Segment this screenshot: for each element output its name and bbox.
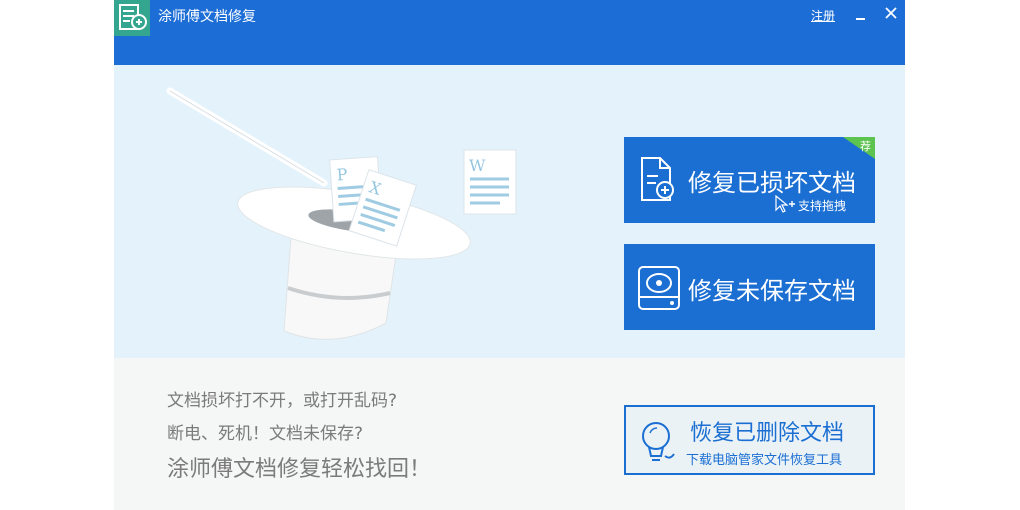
app-window: 涂师傅文档修复 注册 P X W 修复已损坏文档 支持拖拽 荐 修复未保存文档 … <box>114 0 905 510</box>
minimize-button[interactable] <box>851 3 873 25</box>
disk-drive-icon <box>638 266 680 310</box>
repair-unsaved-button[interactable]: 修复未保存文档 <box>624 244 875 330</box>
document-repair-icon <box>641 157 674 201</box>
promo-line-1: 文档损坏打不开，或打开乱码? <box>167 391 398 411</box>
doc-letter-p: P <box>336 165 348 185</box>
app-logo-icon <box>114 0 150 36</box>
title-bar: 涂师傅文档修复 注册 <box>114 0 905 65</box>
cursor-plus-icon <box>775 195 795 213</box>
recommend-badge-text: 荐 <box>860 140 871 153</box>
close-button[interactable] <box>881 3 903 25</box>
lightbulb-icon <box>642 422 675 461</box>
doc-letter-w: W <box>469 156 486 175</box>
repair-damaged-button[interactable]: 修复已损坏文档 支持拖拽 荐 <box>624 137 875 223</box>
recover-deleted-title: 恢复已删除文档 <box>690 421 845 446</box>
recover-deleted-button[interactable]: 恢复已删除文档 下载电脑管家文件恢复工具 <box>624 405 875 475</box>
promo-line-2: 断电、死机！文档未保存? <box>167 424 364 444</box>
hero-banner: P X W 修复已损坏文档 支持拖拽 荐 修复未保存文档 <box>114 65 905 358</box>
minimize-icon <box>856 18 865 20</box>
recommend-badge: 荐 <box>843 137 875 159</box>
close-icon <box>885 7 897 19</box>
recover-deleted-subtitle: 下载电脑管家文件恢复工具 <box>686 453 843 468</box>
promo-line-3: 涂师傅文档修复轻松找回！ <box>167 457 432 482</box>
register-link[interactable]: 注册 <box>811 7 835 24</box>
drag-hint-text: 支持拖拽 <box>798 199 847 213</box>
repair-damaged-label: 修复已损坏文档 <box>688 169 856 197</box>
magic-hat-illustration: P X W <box>166 87 517 340</box>
app-title: 涂师傅文档修复 <box>158 9 256 25</box>
repair-unsaved-label: 修复未保存文档 <box>688 277 856 305</box>
